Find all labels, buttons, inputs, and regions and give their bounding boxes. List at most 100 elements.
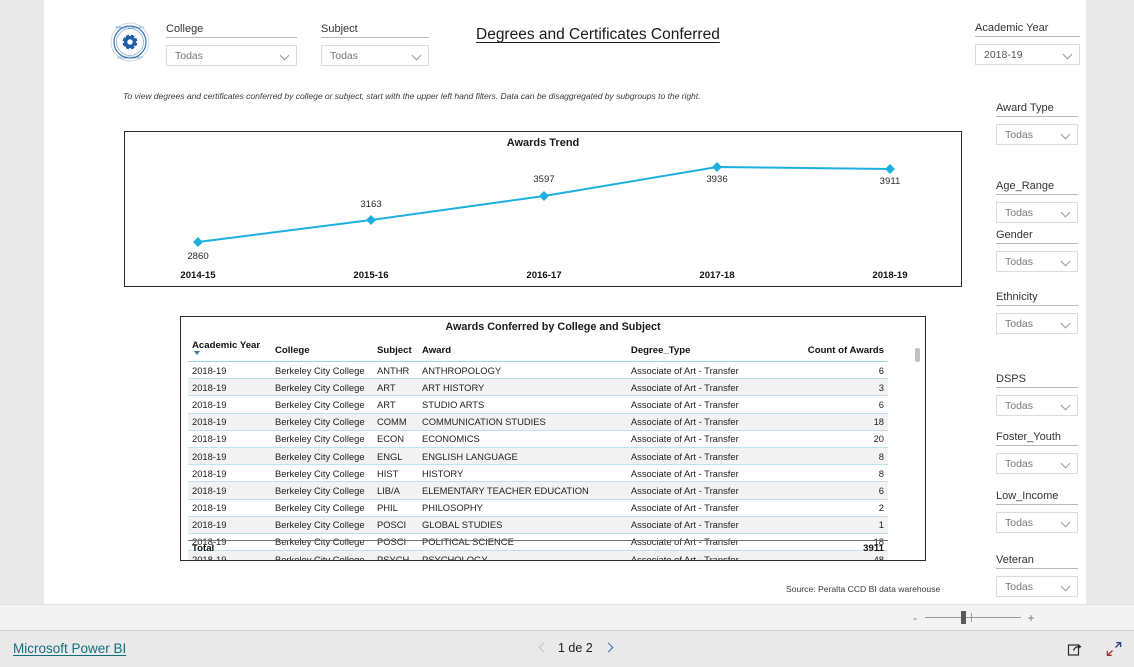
chevron-down-icon <box>1061 582 1071 592</box>
slicer-age-range[interactable]: Age_Range Todas <box>996 180 1078 223</box>
slicer-college[interactable]: College Todas <box>166 23 297 66</box>
slicer-ethnicity-value: Todas <box>1005 317 1034 330</box>
table-row[interactable]: 2018-19 Berkeley City College COMM COMMUNIC… <box>188 413 888 431</box>
chart-value-label: 3163 <box>360 199 382 210</box>
slicer-college-dropdown[interactable]: Todas <box>166 45 297 66</box>
cell-award: ECONOMICS <box>417 430 627 448</box>
chevron-left-icon[interactable] <box>536 642 549 655</box>
page-navigation: 1 de 2 <box>536 641 615 655</box>
chevron-right-icon[interactable] <box>602 642 615 655</box>
slicer-award-type[interactable]: Award Type Todas <box>996 102 1078 145</box>
cell-academic-year: 2018-19 <box>188 464 271 483</box>
awards-table-visual[interactable]: Awards Conferred by College and Subject … <box>180 316 926 561</box>
cell-degree-type: Associate of Art - Transfer <box>626 413 786 431</box>
table-row[interactable]: 2018-19 Berkeley City College ECON ECONOMIC… <box>188 430 888 448</box>
fullscreen-icon[interactable] <box>1106 641 1122 657</box>
slicer-age-range-value: Todas <box>1005 206 1034 219</box>
slicer-foster-youth-dropdown[interactable]: Todas <box>996 453 1078 474</box>
chevron-down-icon <box>1061 208 1071 218</box>
slicer-academic-year-dropdown[interactable]: 2018-19 <box>975 44 1080 65</box>
zoom-slider-thumb[interactable] <box>961 611 966 624</box>
slicer-subject-label: Subject <box>321 23 429 38</box>
slicer-award-type-dropdown[interactable]: Todas <box>996 124 1078 145</box>
cell-college: Berkeley City College <box>270 361 373 380</box>
table-row[interactable]: 2018-19 Berkeley City College ART ART HISTO… <box>188 378 888 397</box>
slicer-academic-year[interactable]: Academic Year 2018-19 <box>975 22 1080 65</box>
svg-text:PERALTA COMMUNITY: PERALTA COMMUNITY <box>115 26 144 30</box>
share-icon[interactable] <box>1067 641 1083 657</box>
cell-degree-type: Associate of Art - Transfer <box>626 395 786 414</box>
column-header-college[interactable]: College <box>270 337 373 362</box>
cell-academic-year: 2018-19 <box>188 378 271 397</box>
cell-subject: POSCI <box>372 516 418 534</box>
table-row[interactable]: 2018-19 Berkeley City College ART STUDIO AR… <box>188 395 888 414</box>
cell-academic-year: 2018-19 <box>188 499 271 517</box>
column-header-degree-type[interactable]: Degree_Type <box>626 337 786 362</box>
slicer-age-range-dropdown[interactable]: Todas <box>996 202 1078 223</box>
cell-award: ENGLISH LANGUAGE <box>417 447 627 466</box>
cell-degree-type: Associate of Art - Transfer <box>626 464 786 483</box>
table-scrollbar[interactable] <box>915 340 920 555</box>
cell-academic-year: 2018-19 <box>188 481 271 500</box>
zoom-slider-track[interactable] <box>925 617 1021 618</box>
column-header-subject[interactable]: Subject <box>372 337 418 362</box>
slicer-low-income-dropdown[interactable]: Todas <box>996 512 1078 533</box>
power-bi-brand-link[interactable]: Microsoft Power BI <box>13 641 126 656</box>
chart-category-label: 2015-16 <box>353 270 389 281</box>
slicer-gender-value: Todas <box>1005 255 1034 268</box>
cell-subject: ANTHR <box>372 361 418 380</box>
cell-count-of-awards: 20 <box>785 430 888 448</box>
chart-value-label: 3911 <box>879 176 901 187</box>
slicer-veteran-dropdown[interactable]: Todas <box>996 576 1078 597</box>
table-row[interactable]: 2018-19 Berkeley City College ENGL ENGLISH … <box>188 447 888 466</box>
table-total-value: 3911 <box>863 543 884 554</box>
slicer-dsps-dropdown[interactable]: Todas <box>996 395 1078 416</box>
cell-college: Berkeley City College <box>270 395 373 414</box>
slicer-college-value: Todas <box>175 49 204 62</box>
chevron-down-icon <box>1061 518 1071 528</box>
zoom-in-button[interactable]: + <box>1026 612 1036 624</box>
cell-subject: HIST <box>372 464 418 483</box>
slicer-gender-dropdown[interactable]: Todas <box>996 251 1078 272</box>
cell-award: PHILOSOPHY <box>417 499 627 517</box>
report-canvas: PERALTA COMMUNITY COLLEGE DISTRICT Colle… <box>44 0 1086 604</box>
cell-count-of-awards: 8 <box>785 447 888 466</box>
awards-trend-chart[interactable]: Awards Trend 2860 3163 3597 3936 3911 20… <box>124 131 962 287</box>
chart-value-label: 3936 <box>706 174 728 185</box>
peralta-seal-logo: PERALTA COMMUNITY COLLEGE DISTRICT <box>110 22 150 62</box>
chart-value-label: 2860 <box>187 251 209 262</box>
slicer-ethnicity[interactable]: Ethnicity Todas <box>996 291 1078 334</box>
slicer-ethnicity-label: Ethnicity <box>996 291 1078 306</box>
slicer-dsps[interactable]: DSPS Todas <box>996 373 1078 416</box>
cell-college: Berkeley City College <box>270 430 373 448</box>
zoom-out-button[interactable]: - <box>910 612 920 624</box>
table-row[interactable]: 2018-19 Berkeley City College HIST HISTORY A… <box>188 464 888 483</box>
awards-table: Academic Year College Subject Award Degr… <box>188 337 888 560</box>
chevron-down-icon <box>1061 459 1071 469</box>
slicer-foster-youth-label: Foster_Youth <box>996 431 1078 446</box>
table-row[interactable]: 2018-19 Berkeley City College ANTHR ANTHROP… <box>188 361 888 380</box>
zoom-slider-tick <box>971 613 972 622</box>
table-row[interactable]: 2018-19 Berkeley City College POSCI GLOBAL … <box>188 516 888 534</box>
slicer-foster-youth[interactable]: Foster_Youth Todas <box>996 431 1078 474</box>
cell-award: COMMUNICATION STUDIES <box>417 413 627 431</box>
slicer-gender-label: Gender <box>996 229 1078 244</box>
table-row[interactable]: 2018-19 Berkeley City College LIB/A ELEMENT… <box>188 481 888 500</box>
slicer-low-income-value: Todas <box>1005 516 1034 529</box>
slicer-veteran[interactable]: Veteran Todas <box>996 554 1078 597</box>
table-row[interactable]: 2018-19 Berkeley City College PHIL PHILOSOP… <box>188 499 888 517</box>
slicer-subject[interactable]: Subject Todas <box>321 23 429 66</box>
column-header-count-of-awards[interactable]: Count of Awards <box>785 337 888 362</box>
slicer-low-income[interactable]: Low_Income Todas <box>996 490 1078 533</box>
cell-count-of-awards: 3 <box>785 378 888 397</box>
table-scrollbar-thumb[interactable] <box>915 348 920 362</box>
chevron-down-icon <box>1061 257 1071 267</box>
cell-award: ELEMENTARY TEACHER EDUCATION <box>417 481 627 500</box>
slicer-ethnicity-dropdown[interactable]: Todas <box>996 313 1078 334</box>
cell-college: Berkeley City College <box>270 481 373 500</box>
column-header-academic-year[interactable]: Academic Year <box>188 337 271 362</box>
column-header-award[interactable]: Award <box>417 337 627 362</box>
slicer-subject-dropdown[interactable]: Todas <box>321 45 429 66</box>
chart-plot-area <box>193 162 895 247</box>
slicer-gender[interactable]: Gender Todas <box>996 229 1078 272</box>
